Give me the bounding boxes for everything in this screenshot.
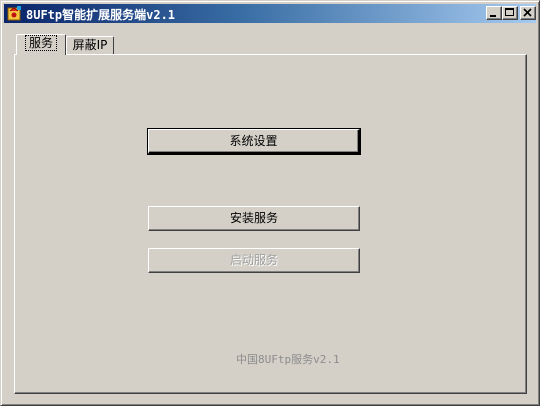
tab-block-ip-label: 屏蔽IP <box>72 38 108 52</box>
install-service-button[interactable]: 安装服务 <box>148 206 360 231</box>
title-bar[interactable]: 8UFtp智能扩展服务端v2.1 <box>4 4 536 23</box>
close-icon <box>523 8 532 17</box>
tab-block-ip[interactable]: 屏蔽IP <box>66 36 114 54</box>
maximize-icon <box>505 8 514 16</box>
tab-service-label: 服务 <box>24 35 58 51</box>
close-button[interactable] <box>520 6 536 20</box>
tab-service[interactable]: 服务 <box>16 34 66 55</box>
main-window: 8UFtp智能扩展服务端v2.1 服务 屏蔽IP 系统设置 安装服务 启动服务 … <box>0 0 540 406</box>
system-settings-button[interactable]: 系统设置 <box>147 128 361 155</box>
app-icon[interactable] <box>7 5 23 21</box>
minimize-button[interactable] <box>486 6 502 20</box>
maximize-button[interactable] <box>502 6 518 20</box>
version-label: 中国8UFtp服务v2.1 <box>236 353 340 366</box>
start-service-button: 启动服务 <box>148 248 360 273</box>
window-title: 8UFtp智能扩展服务端v2.1 <box>26 8 176 22</box>
minimize-icon <box>490 15 496 17</box>
